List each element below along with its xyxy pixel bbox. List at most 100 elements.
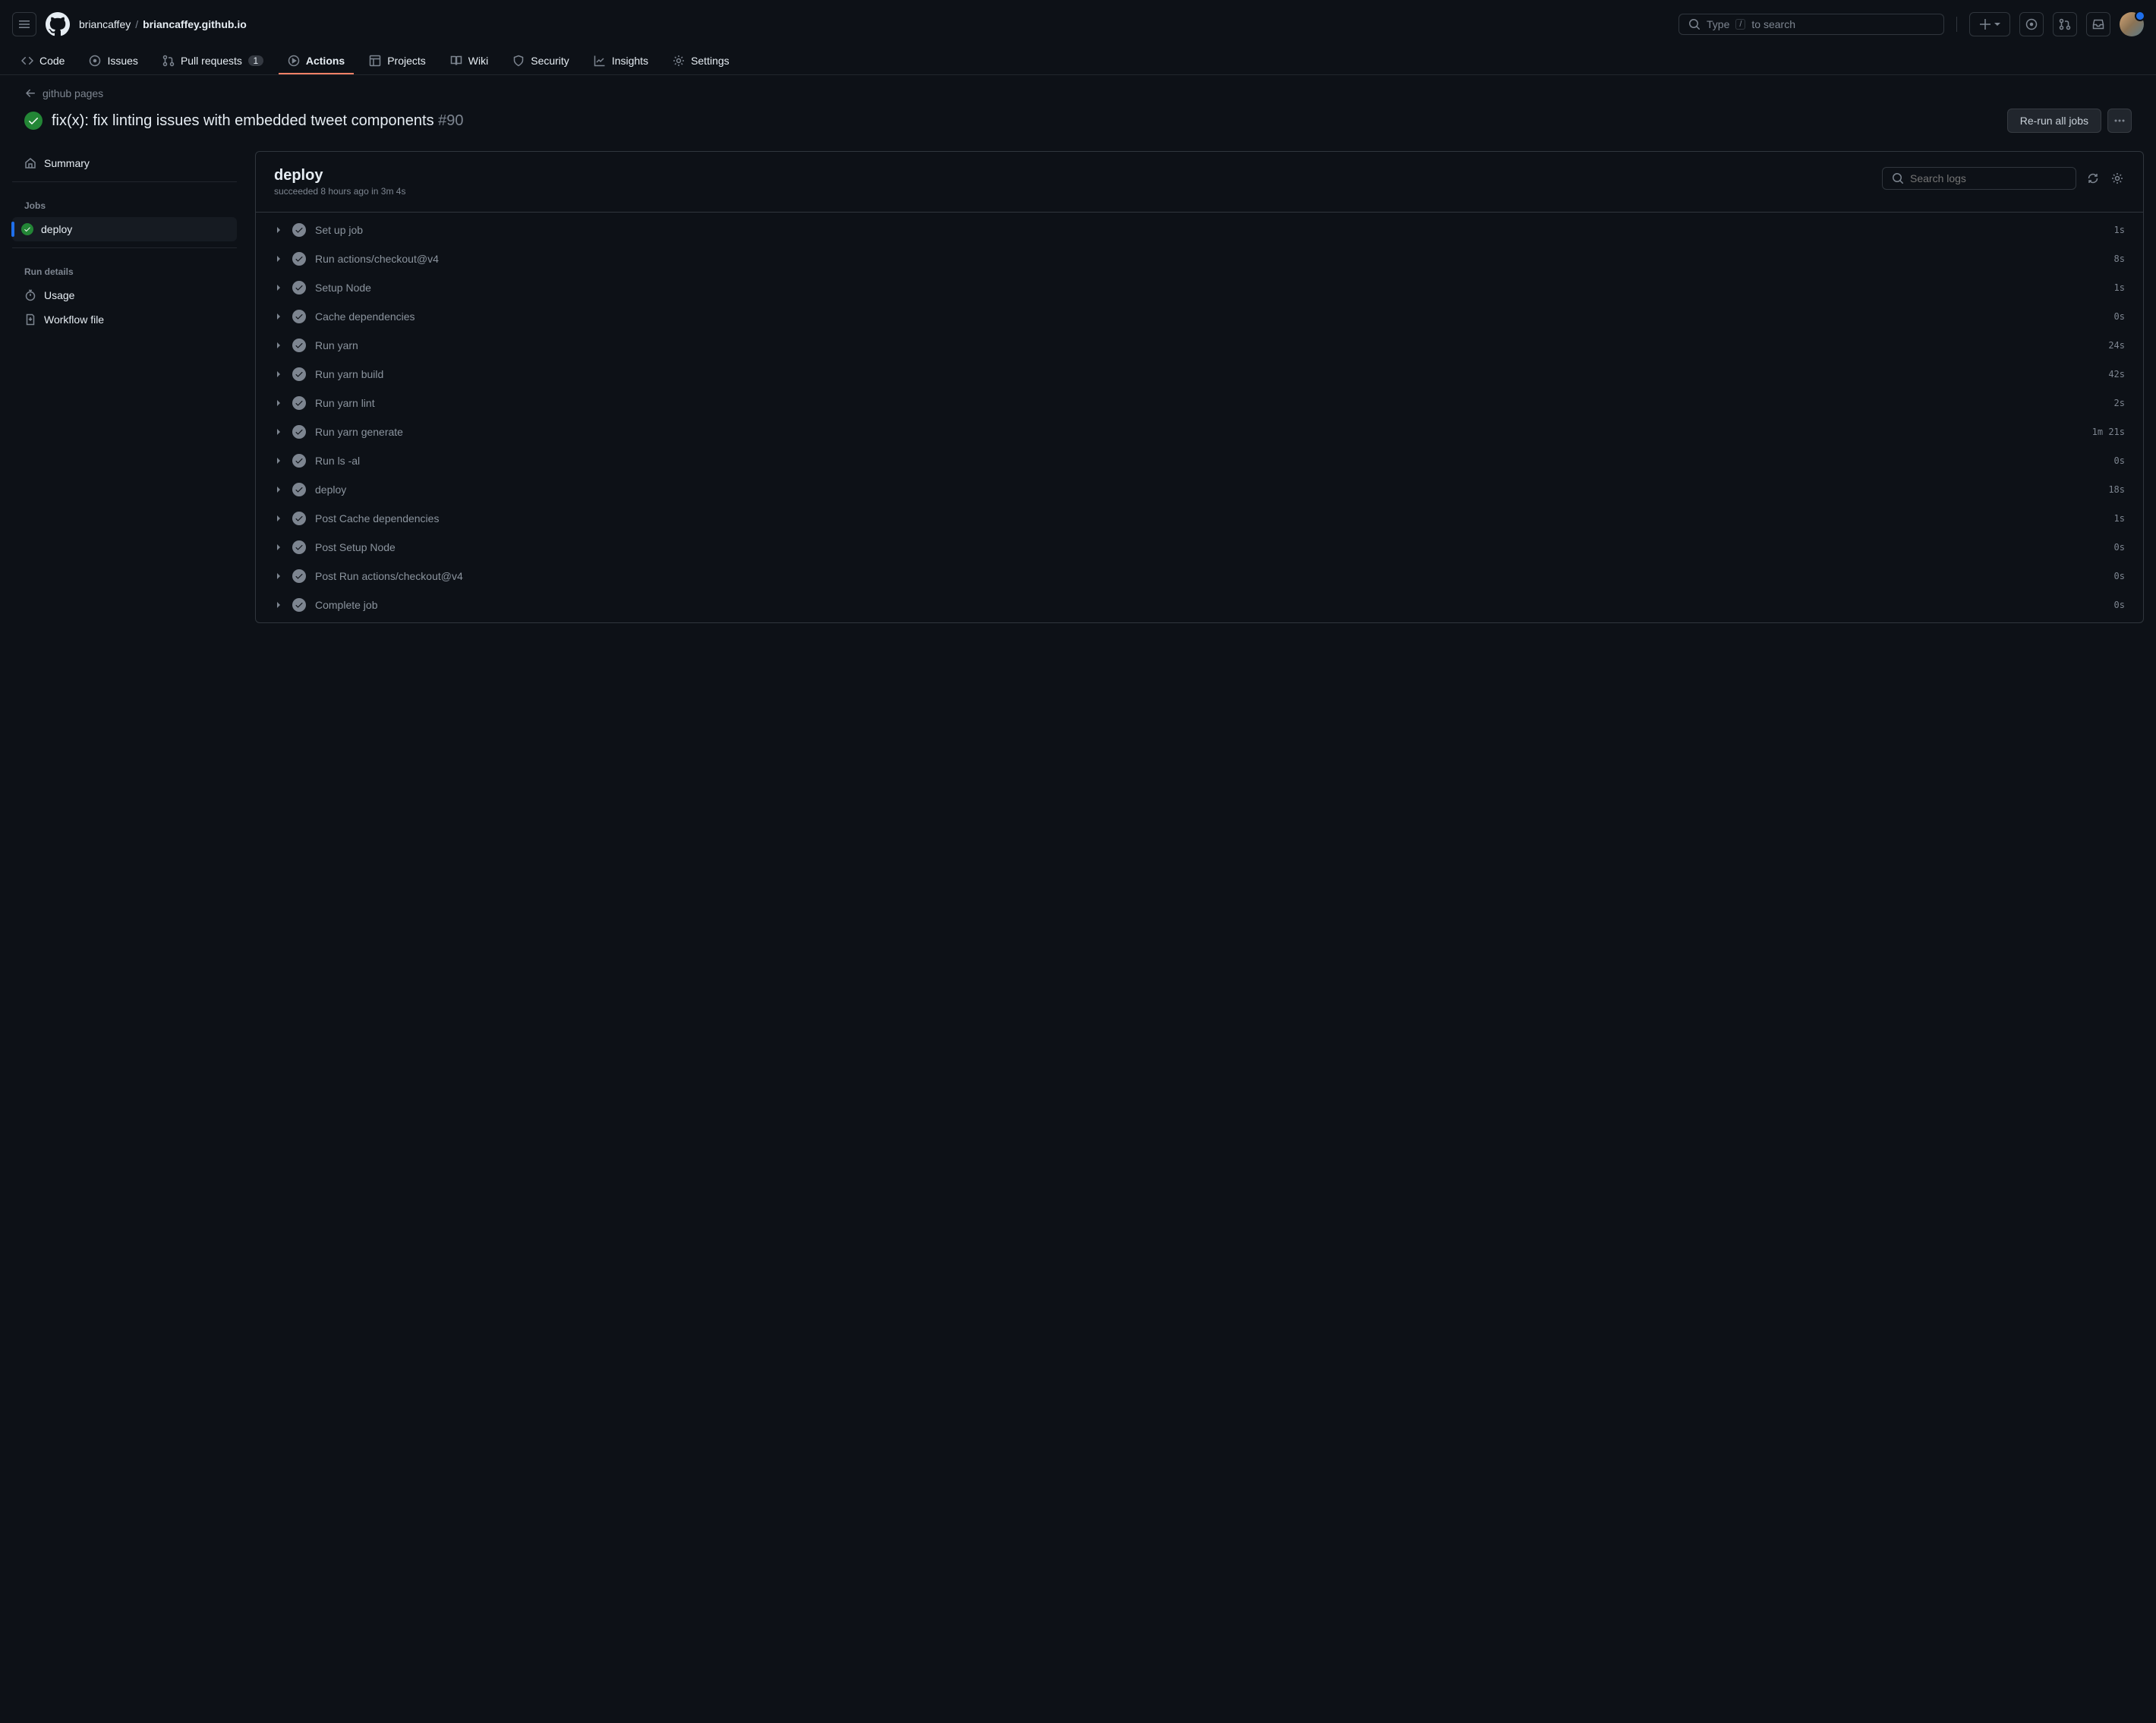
chevron-right-icon [274, 427, 283, 436]
app-header: briancaffey / briancaffey.github.io Type… [0, 0, 2156, 49]
chevron-right-icon [274, 572, 283, 581]
chevron-right-icon [274, 543, 283, 552]
step-status-success-icon [292, 367, 306, 381]
sidebar-usage[interactable]: Usage [12, 283, 237, 307]
log-step[interactable]: Run actions/checkout@v4 8s [256, 244, 2143, 273]
step-time: 0s [2114, 600, 2125, 610]
pull-request-icon [2059, 18, 2071, 30]
step-time: 1s [2114, 225, 2125, 235]
search-logs[interactable] [1882, 167, 2076, 190]
chevron-right-icon [274, 341, 283, 350]
rerun-all-jobs-button[interactable]: Re-run all jobs [2007, 109, 2101, 133]
log-step[interactable]: deploy 18s [256, 475, 2143, 504]
search-hotkey: / [1735, 19, 1745, 30]
log-subtitle: succeeded 8 hours ago in 3m 4s [274, 186, 1882, 197]
step-status-success-icon [292, 252, 306, 266]
step-status-success-icon [292, 396, 306, 410]
log-header: deploy succeeded 8 hours ago in 3m 4s [256, 152, 2143, 213]
log-settings-button[interactable] [2110, 171, 2125, 186]
nav-security[interactable]: Security [503, 49, 578, 74]
step-name: Run yarn lint [315, 397, 2105, 409]
step-status-success-icon [292, 310, 306, 323]
step-status-success-icon [292, 339, 306, 352]
caret-down-icon [1994, 21, 2000, 27]
chevron-right-icon [274, 398, 283, 408]
chevron-right-icon [274, 485, 283, 494]
log-step[interactable]: Run yarn build 42s [256, 360, 2143, 389]
search-logs-input[interactable] [1910, 172, 2066, 184]
github-logo[interactable] [46, 12, 70, 36]
log-step[interactable]: Complete job 0s [256, 591, 2143, 619]
nav-code[interactable]: Code [12, 49, 74, 74]
refresh-logs-button[interactable] [2085, 171, 2101, 186]
step-name: Post Cache dependencies [315, 512, 2105, 524]
breadcrumb-owner[interactable]: briancaffey [79, 18, 131, 30]
step-name: Run yarn build [315, 368, 2099, 380]
issues-button[interactable] [2019, 12, 2044, 36]
job-success-icon [21, 223, 33, 235]
sync-icon [2087, 172, 2099, 184]
nav-projects-label: Projects [387, 55, 426, 67]
log-step[interactable]: Run ls -al 0s [256, 446, 2143, 475]
search-prefix: Type [1707, 18, 1729, 30]
issues-icon [2025, 18, 2038, 30]
chevron-right-icon [274, 283, 283, 292]
hamburger-menu-button[interactable] [12, 12, 36, 36]
chevron-right-icon [274, 254, 283, 263]
nav-pr-label: Pull requests [181, 55, 242, 67]
nav-issues-label: Issues [107, 55, 137, 67]
step-time: 1s [2114, 282, 2125, 293]
sidebar-job-deploy[interactable]: deploy [12, 217, 237, 241]
nav-projects[interactable]: Projects [360, 49, 435, 74]
step-name: Run yarn generate [315, 426, 2083, 438]
home-icon [24, 157, 36, 169]
book-icon [450, 55, 462, 67]
chevron-right-icon [274, 600, 283, 610]
log-step[interactable]: Post Run actions/checkout@v4 0s [256, 562, 2143, 591]
sidebar-divider [12, 181, 237, 182]
repo-nav: Code Issues Pull requests 1 Actions Proj… [0, 49, 2156, 75]
chevron-right-icon [274, 456, 283, 465]
step-name: Run actions/checkout@v4 [315, 253, 2105, 265]
back-link[interactable]: github pages [24, 87, 2132, 99]
pull-requests-button[interactable] [2053, 12, 2077, 36]
step-name: Setup Node [315, 282, 2105, 294]
nav-settings[interactable]: Settings [664, 49, 739, 74]
repo-breadcrumb: briancaffey / briancaffey.github.io [79, 18, 247, 30]
notifications-button[interactable] [2086, 12, 2110, 36]
step-time: 1m 21s [2092, 427, 2125, 437]
step-name: Complete job [315, 599, 2105, 611]
more-options-button[interactable] [2107, 109, 2132, 133]
step-time: 1s [2114, 513, 2125, 524]
breadcrumb-repo[interactable]: briancaffey.github.io [143, 18, 247, 30]
nav-code-label: Code [39, 55, 65, 67]
log-step[interactable]: Post Cache dependencies 1s [256, 504, 2143, 533]
sidebar-divider [12, 247, 237, 248]
log-step[interactable]: Set up job 1s [256, 216, 2143, 244]
pull-request-icon [162, 55, 175, 67]
log-title: deploy [274, 167, 1882, 184]
chevron-right-icon [274, 514, 283, 523]
sidebar-summary[interactable]: Summary [12, 151, 237, 175]
gear-icon [673, 55, 685, 67]
step-name: Run ls -al [315, 455, 2105, 467]
step-name: Post Run actions/checkout@v4 [315, 570, 2105, 582]
nav-pull-requests[interactable]: Pull requests 1 [153, 49, 273, 74]
log-step[interactable]: Cache dependencies 0s [256, 302, 2143, 331]
nav-wiki[interactable]: Wiki [441, 49, 497, 74]
global-search[interactable]: Type / to search [1678, 14, 1944, 35]
log-step[interactable]: Setup Node 1s [256, 273, 2143, 302]
create-new-button[interactable] [1969, 12, 2010, 36]
step-status-success-icon [292, 483, 306, 496]
nav-insights[interactable]: Insights [585, 49, 657, 74]
log-step[interactable]: Run yarn 24s [256, 331, 2143, 360]
step-time: 0s [2114, 455, 2125, 466]
log-step[interactable]: Run yarn generate 1m 21s [256, 417, 2143, 446]
sidebar-workflow-file[interactable]: Workflow file [12, 307, 237, 332]
nav-actions[interactable]: Actions [279, 49, 354, 74]
nav-issues[interactable]: Issues [80, 49, 147, 74]
nav-pr-count: 1 [248, 55, 263, 66]
log-step[interactable]: Post Setup Node 0s [256, 533, 2143, 562]
log-step[interactable]: Run yarn lint 2s [256, 389, 2143, 417]
user-avatar[interactable] [2120, 12, 2144, 36]
